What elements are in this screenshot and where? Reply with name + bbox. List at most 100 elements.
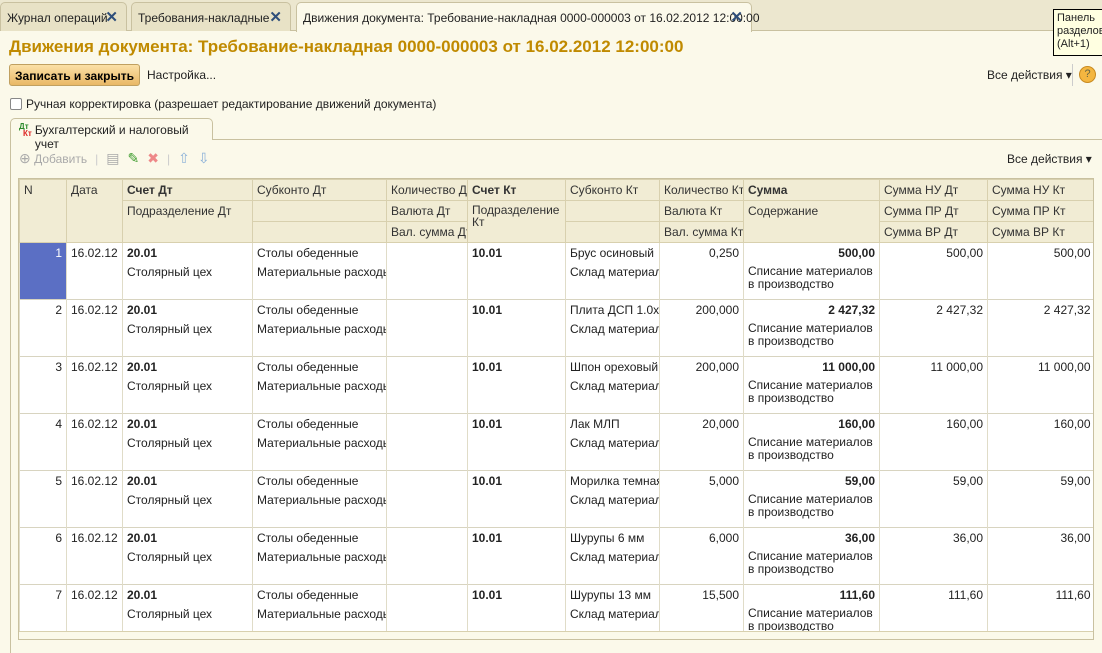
- cell-cur-dt[interactable]: [386, 432, 468, 452]
- cell-sub-kt[interactable]: Шпон ореховый: [565, 356, 660, 376]
- add-button[interactable]: ⊕ Добавить: [19, 150, 87, 167]
- cell-blank[interactable]: [565, 280, 660, 300]
- close-icon[interactable]: ✕: [730, 8, 743, 26]
- cell-sub-kt2[interactable]: Склад материалов: [565, 318, 660, 338]
- cell-acc-dt[interactable]: 20.01: [122, 584, 253, 604]
- horizontal-scrollbar[interactable]: [19, 631, 1093, 639]
- cell-vr-dt[interactable]: [879, 337, 988, 357]
- col-qty-dt[interactable]: Количество Дт: [386, 179, 468, 201]
- cell-vr-kt[interactable]: [987, 337, 1093, 357]
- cell-acc-kt[interactable]: 10.01: [467, 413, 566, 471]
- cell-sub-dt2[interactable]: Материальные расходы: [252, 375, 387, 395]
- col-cur-dt[interactable]: Валюта Дт: [386, 200, 468, 222]
- cell-sum[interactable]: 11 000,00: [743, 356, 880, 376]
- cell-sub-kt[interactable]: Шурупы 6 мм: [565, 527, 660, 547]
- cell-vr-dt[interactable]: [879, 451, 988, 471]
- cell-nu-dt[interactable]: 36,00: [879, 527, 988, 547]
- cell-nu-kt[interactable]: 36,00: [987, 527, 1093, 547]
- cell-date[interactable]: 16.02.12: [66, 299, 123, 357]
- cell-qty-kt[interactable]: 15,500: [659, 584, 744, 604]
- cell-cur-dt[interactable]: [386, 261, 468, 281]
- cell-sub-kt2[interactable]: Склад материалов: [565, 432, 660, 452]
- cell-n[interactable]: 3: [19, 356, 67, 414]
- cell-dept-dt[interactable]: Столярный цех: [122, 261, 253, 300]
- cell-sum[interactable]: 500,00: [743, 242, 880, 262]
- cell-cur-kt[interactable]: [659, 489, 744, 509]
- cell-blank[interactable]: [252, 280, 387, 300]
- cell-qty-dt[interactable]: [386, 356, 468, 376]
- cell-cur-sum-kt[interactable]: [659, 280, 744, 300]
- cell-date[interactable]: 16.02.12: [66, 413, 123, 471]
- all-actions-button[interactable]: Все действия ▾: [987, 68, 1072, 82]
- cell-pr-kt[interactable]: [987, 375, 1093, 395]
- cell-vr-kt[interactable]: [987, 565, 1093, 585]
- col-sub-kt[interactable]: Субконто Кт: [565, 179, 660, 201]
- cell-pr-dt[interactable]: [879, 489, 988, 509]
- col-date[interactable]: Дата: [66, 179, 123, 243]
- cell-cur-sum-kt[interactable]: [659, 394, 744, 414]
- cell-blank[interactable]: [252, 565, 387, 585]
- cell-blank[interactable]: [252, 508, 387, 528]
- col-pr-dt[interactable]: Сумма ПР Дт: [879, 200, 988, 222]
- cell-n[interactable]: 5: [19, 470, 67, 528]
- cell-acc-dt[interactable]: 20.01: [122, 356, 253, 376]
- cell-cur-sum-dt[interactable]: [386, 280, 468, 300]
- cell-n[interactable]: 2: [19, 299, 67, 357]
- cell-sub-dt2[interactable]: Материальные расходы: [252, 432, 387, 452]
- cell-sub-kt2[interactable]: Склад материалов: [565, 603, 660, 623]
- cell-nu-dt[interactable]: 59,00: [879, 470, 988, 490]
- cell-qty-kt[interactable]: 200,000: [659, 299, 744, 319]
- col-vr-dt[interactable]: Сумма ВР Дт: [879, 221, 988, 243]
- cell-cur-kt[interactable]: [659, 261, 744, 281]
- cell-n[interactable]: 4: [19, 413, 67, 471]
- checkbox-icon[interactable]: [10, 98, 22, 110]
- cell-dept-dt[interactable]: Столярный цех: [122, 375, 253, 414]
- cell-vr-kt[interactable]: [987, 508, 1093, 528]
- cell-cur-sum-kt[interactable]: [659, 451, 744, 471]
- edit-icon[interactable]: ✎: [127, 150, 139, 167]
- grid-all-actions-button[interactable]: Все действия ▾: [1007, 152, 1092, 166]
- cell-cur-dt[interactable]: [386, 375, 468, 395]
- cell-cur-sum-dt[interactable]: [386, 451, 468, 471]
- cell-acc-kt[interactable]: 10.01: [467, 527, 566, 585]
- cell-sum[interactable]: 111,60: [743, 584, 880, 604]
- cell-sub-dt[interactable]: Столы обеденные: [252, 584, 387, 604]
- col-dept-kt[interactable]: Подразделение Кт: [467, 200, 566, 243]
- table-row[interactable]: 6 16.02.12 20.01 Столы обеденные 10.01 Шурупы…: [19, 527, 1093, 585]
- cell-sub-dt2[interactable]: Материальные расходы: [252, 489, 387, 509]
- cell-acc-kt[interactable]: 10.01: [467, 299, 566, 357]
- cell-date[interactable]: 16.02.12: [66, 242, 123, 300]
- save-and-close-button[interactable]: Записать и закрыть: [9, 64, 140, 86]
- tab-journal[interactable]: Журнал операций ✕: [0, 2, 127, 31]
- cell-sub-dt[interactable]: Столы обеденные: [252, 527, 387, 547]
- cell-vr-kt[interactable]: [987, 394, 1093, 414]
- cell-qty-kt[interactable]: 20,000: [659, 413, 744, 433]
- cell-nu-dt[interactable]: 500,00: [879, 242, 988, 262]
- cell-qty-kt[interactable]: 6,000: [659, 527, 744, 547]
- col-dept-dt[interactable]: Подразделение Дт: [122, 200, 253, 243]
- cell-blank[interactable]: [565, 337, 660, 357]
- cell-sub-kt[interactable]: Брус осиновый: [565, 242, 660, 262]
- cell-dept-dt[interactable]: Столярный цех: [122, 318, 253, 357]
- cell-acc-dt[interactable]: 20.01: [122, 470, 253, 490]
- cell-nu-dt[interactable]: 2 427,32: [879, 299, 988, 319]
- cell-qty-dt[interactable]: [386, 299, 468, 319]
- col-acc-kt[interactable]: Счет Кт: [467, 179, 566, 201]
- cell-vr-kt[interactable]: [987, 451, 1093, 471]
- cell-date[interactable]: 16.02.12: [66, 356, 123, 414]
- cell-pr-dt[interactable]: [879, 375, 988, 395]
- cell-n[interactable]: 6: [19, 527, 67, 585]
- cell-dept-dt[interactable]: Столярный цех: [122, 432, 253, 471]
- cell-content[interactable]: Списание материалов в производство: [743, 261, 880, 300]
- cell-sub-dt2[interactable]: Материальные расходы: [252, 546, 387, 566]
- cell-blank[interactable]: [252, 394, 387, 414]
- cell-acc-dt[interactable]: 20.01: [122, 413, 253, 433]
- close-icon[interactable]: ✕: [269, 8, 282, 26]
- col-vr-kt[interactable]: Сумма ВР Кт: [987, 221, 1093, 243]
- cell-sub-kt[interactable]: Лак МЛП: [565, 413, 660, 433]
- cell-qty-kt[interactable]: 5,000: [659, 470, 744, 490]
- cell-blank[interactable]: [565, 451, 660, 471]
- movements-table[interactable]: N Дата Счет Дт Субконто Дт Количество Дт…: [18, 178, 1094, 640]
- cell-pr-dt[interactable]: [879, 318, 988, 338]
- cell-sub-dt2[interactable]: Материальные расходы: [252, 318, 387, 338]
